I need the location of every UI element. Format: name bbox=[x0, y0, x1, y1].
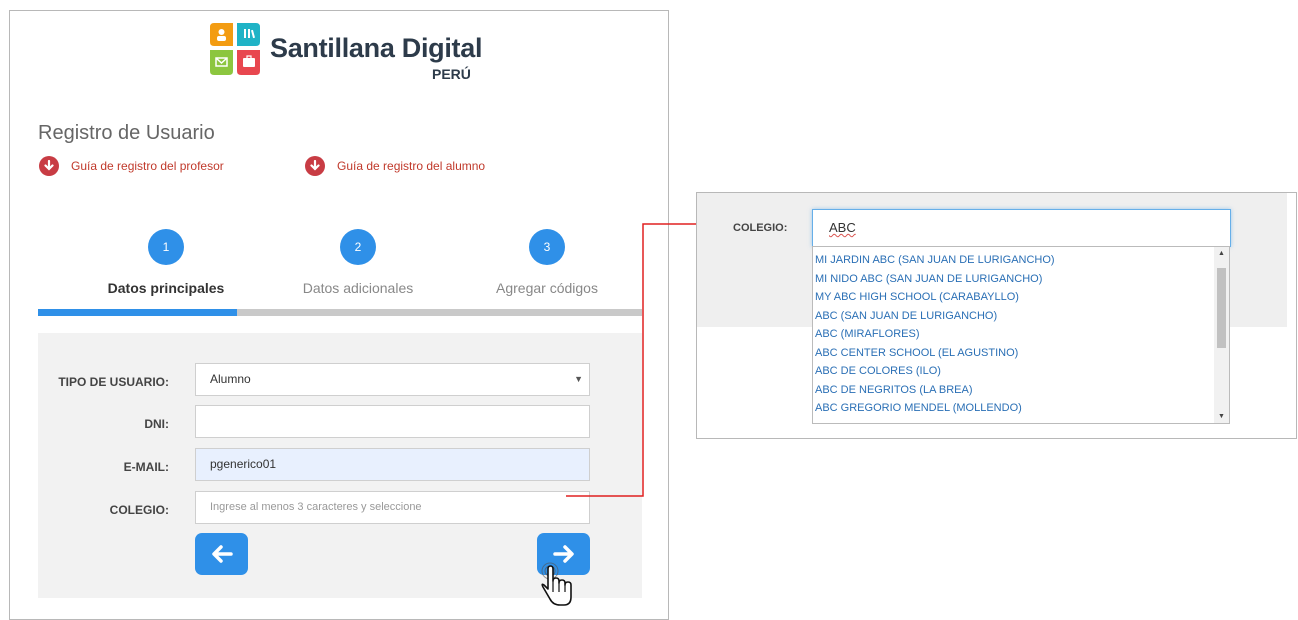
suggestion-item[interactable]: ABC (SAN JUAN DE LURIGANCHO) bbox=[813, 307, 1215, 326]
registration-panel: Santillana Digital PERÚ Registro de Usua… bbox=[9, 10, 669, 620]
colegio-suggestions-dropdown[interactable]: MI JARDIN ABC (SAN JUAN DE LURIGANCHO) M… bbox=[812, 246, 1230, 424]
colegio-autocomplete-zoom: COLEGIO: ABC MI JARDIN ABC (SAN JUAN DE … bbox=[696, 192, 1297, 439]
tipo-usuario-select[interactable]: Alumno ▼ bbox=[195, 363, 590, 396]
step-label: Agregar códigos bbox=[496, 280, 598, 296]
arrow-left-icon bbox=[211, 545, 233, 563]
suggestion-item[interactable]: ABC (MIRAFLORES) bbox=[813, 325, 1215, 344]
suggestion-list: MI JARDIN ABC (SAN JUAN DE LURIGANCHO) M… bbox=[813, 247, 1215, 418]
suggestion-item[interactable]: ABC GREGORIO MENDEL (MOLLENDO) bbox=[813, 399, 1215, 418]
step-datos-adicionales[interactable]: 2 Datos adicionales bbox=[288, 229, 428, 296]
dropdown-scrollbar[interactable]: ▲ ▼ bbox=[1214, 247, 1229, 423]
suggestion-item[interactable]: ABC DE NEGRITOS (LA BREA) bbox=[813, 381, 1215, 400]
step-agregar-codigos[interactable]: 3 Agregar códigos bbox=[477, 229, 617, 296]
suggestion-item[interactable]: ABC CENTER SCHOOL (EL AGUSTINO) bbox=[813, 344, 1215, 363]
dni-field[interactable] bbox=[195, 405, 590, 438]
brand-title: Santillana Digital bbox=[270, 33, 483, 63]
teacher-guide-link[interactable]: Guía de registro del profesor bbox=[39, 156, 224, 176]
zoom-colegio-input[interactable]: ABC bbox=[812, 209, 1231, 247]
hand-pointer-cursor-icon bbox=[541, 562, 572, 606]
page-title: Registro de Usuario bbox=[38, 122, 215, 144]
email-field[interactable]: pgenerico01 bbox=[195, 448, 590, 481]
suggestion-item[interactable]: ABC DE COLORES (ILO) bbox=[813, 362, 1215, 381]
scroll-down-arrow-icon[interactable]: ▼ bbox=[1218, 413, 1225, 420]
student-guide-label: Guía de registro del alumno bbox=[337, 159, 486, 173]
suggestion-item[interactable]: MI NIDO ABC (SAN JUAN DE LURIGANCHO) bbox=[813, 270, 1215, 289]
email-label: E-MAIL: bbox=[123, 460, 169, 474]
tipo-usuario-label: TIPO DE USUARIO: bbox=[58, 375, 169, 389]
download-arrow-icon bbox=[39, 156, 59, 176]
zoom-colegio-value: ABC bbox=[829, 220, 856, 235]
suggestion-item[interactable]: MY ABC HIGH SCHOOL (CARABAYLLO) bbox=[813, 288, 1215, 307]
dropdown-caret-icon: ▼ bbox=[574, 374, 583, 384]
santillana-logo-icon bbox=[210, 23, 260, 75]
step-label: Datos adicionales bbox=[302, 280, 414, 296]
back-button[interactable] bbox=[195, 533, 248, 575]
step-progress-bar bbox=[38, 309, 642, 316]
teacher-guide-label: Guía de registro del profesor bbox=[71, 159, 224, 173]
brand-subtitle: PERÚ bbox=[432, 66, 471, 82]
step-datos-principales[interactable]: 1 Datos principales bbox=[96, 229, 236, 296]
tipo-usuario-value: Alumno bbox=[210, 372, 251, 386]
scrollbar-thumb[interactable] bbox=[1217, 268, 1226, 348]
step-number: 2 bbox=[340, 229, 376, 265]
brand-logo: Santillana Digital PERÚ bbox=[206, 19, 506, 82]
step-progress-fill bbox=[38, 309, 238, 316]
scroll-up-arrow-icon[interactable]: ▲ bbox=[1218, 250, 1225, 257]
suggestion-item[interactable]: MI JARDIN ABC (SAN JUAN DE LURIGANCHO) bbox=[813, 251, 1215, 270]
zoom-colegio-label: COLEGIO: bbox=[733, 222, 788, 234]
dni-label: DNI: bbox=[144, 417, 169, 431]
step-label: Datos principales bbox=[107, 280, 225, 296]
step-number: 1 bbox=[148, 229, 184, 265]
download-arrow-icon bbox=[305, 156, 325, 176]
colegio-label: COLEGIO: bbox=[109, 503, 169, 517]
colegio-field[interactable]: Ingrese al menos 3 caracteres y seleccio… bbox=[195, 491, 590, 524]
step-number: 3 bbox=[529, 229, 565, 265]
student-guide-link[interactable]: Guía de registro del alumno bbox=[305, 156, 485, 176]
